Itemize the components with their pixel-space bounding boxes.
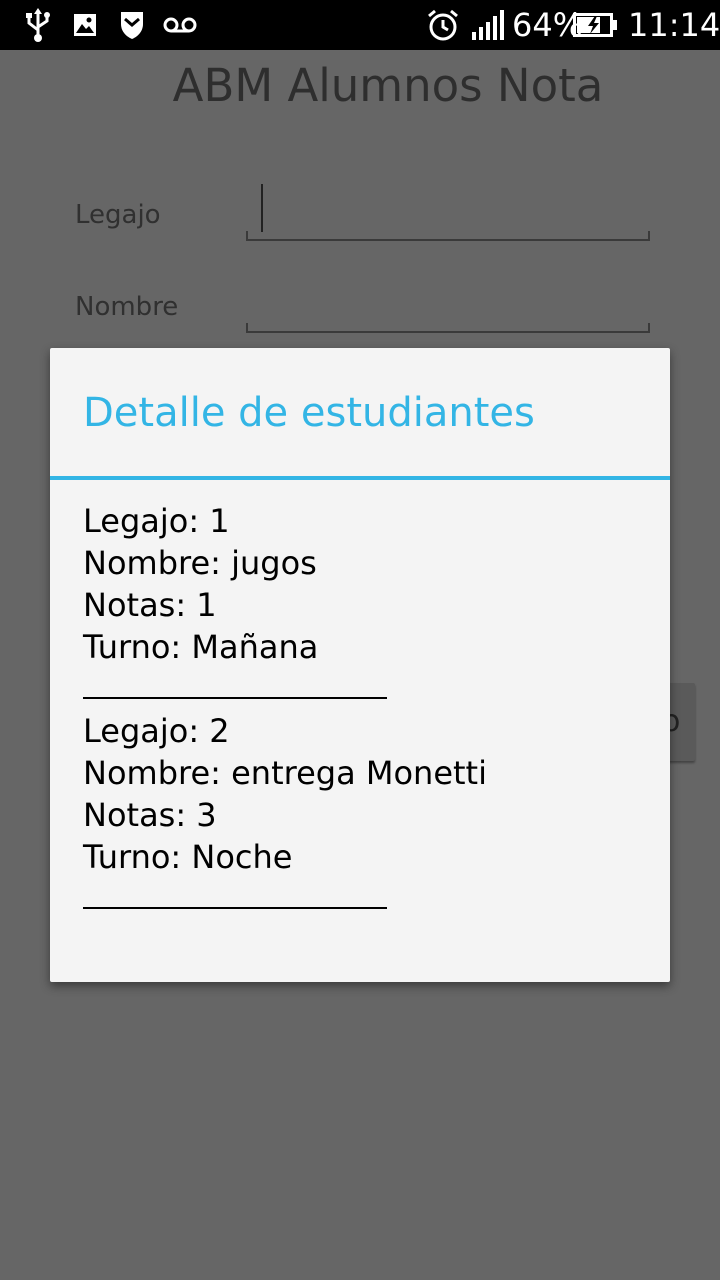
nombre-input[interactable] <box>246 323 650 333</box>
image-icon <box>72 8 98 42</box>
voicemail-icon <box>162 8 198 42</box>
student-turno: Turno: Mañana <box>83 628 319 666</box>
student-turno: Turno: Noche <box>83 838 293 876</box>
nombre-label: Nombre <box>75 292 179 322</box>
status-bar: 64% 11:14 <box>0 0 720 50</box>
legajo-label: Legajo <box>75 200 161 230</box>
clock: 11:14 <box>628 6 720 44</box>
student-entry: Legajo: 2 Nombre: entrega Monetti Notas:… <box>83 710 643 920</box>
battery-charging-icon <box>572 8 618 42</box>
student-entry: Legajo: 1 Nombre: jugos Notas: 1 Turno: … <box>83 500 643 710</box>
student-notas: Notas: 1 <box>83 586 217 624</box>
legajo-input[interactable] <box>246 231 650 241</box>
text-cursor <box>261 184 263 232</box>
student-separator <box>83 878 643 920</box>
students-detail-dialog: Detalle de estudiantes Legajo: 1 Nombre:… <box>50 348 670 982</box>
student-legajo: Legajo: 1 <box>83 502 230 540</box>
student-legajo: Legajo: 2 <box>83 712 230 750</box>
page-title: ABM Alumnos Nota <box>172 59 604 112</box>
shield-icon <box>118 8 146 42</box>
usb-icon <box>24 8 52 42</box>
student-notas: Notas: 3 <box>83 796 217 834</box>
dialog-title: Detalle de estudiantes <box>83 390 535 436</box>
dialog-message: Legajo: 1 Nombre: jugos Notas: 1 Turno: … <box>83 500 643 920</box>
student-nombre: Nombre: entrega Monetti <box>83 754 487 792</box>
alarm-icon <box>425 8 461 42</box>
student-separator <box>83 668 643 710</box>
dialog-title-divider <box>50 476 670 480</box>
student-nombre: Nombre: jugos <box>83 544 317 582</box>
signal-icon <box>470 8 506 42</box>
